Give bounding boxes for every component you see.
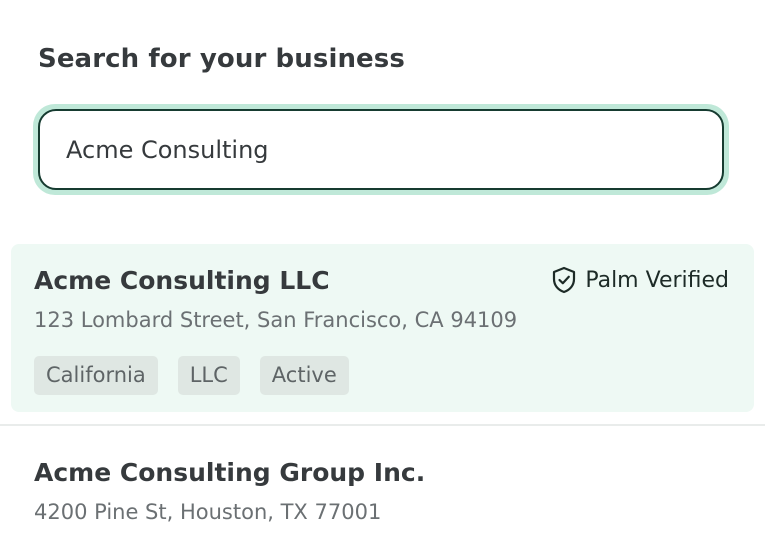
results-divider: [0, 424, 765, 426]
verified-badge: Palm Verified: [551, 266, 729, 294]
tag-entity-type: LLC: [177, 356, 240, 395]
result-address: 4200 Pine St, Houston, TX 77001: [34, 500, 382, 524]
result-item-acme-consulting-llc[interactable]: Acme Consulting LLC Palm Verified 123 Lo…: [11, 244, 754, 412]
search-label: Search for your business: [38, 44, 405, 74]
search-focus-ring: [33, 104, 729, 195]
result-item-acme-consulting-group[interactable]: Acme Consulting Group Inc. 4200 Pine St,…: [11, 436, 754, 536]
result-name: Acme Consulting Group Inc.: [34, 458, 426, 487]
result-tags: California LLC Active: [34, 356, 349, 395]
business-search-page: Search for your business Acme Consulting…: [0, 0, 765, 536]
result-address: 123 Lombard Street, San Francisco, CA 94…: [34, 308, 518, 332]
result-name: Acme Consulting LLC: [34, 266, 330, 295]
tag-state: California: [34, 356, 158, 395]
shield-check-icon: [553, 266, 576, 294]
verified-label: Palm Verified: [585, 267, 729, 293]
tag-status: Active: [259, 356, 349, 395]
business-search-input[interactable]: [38, 109, 724, 190]
